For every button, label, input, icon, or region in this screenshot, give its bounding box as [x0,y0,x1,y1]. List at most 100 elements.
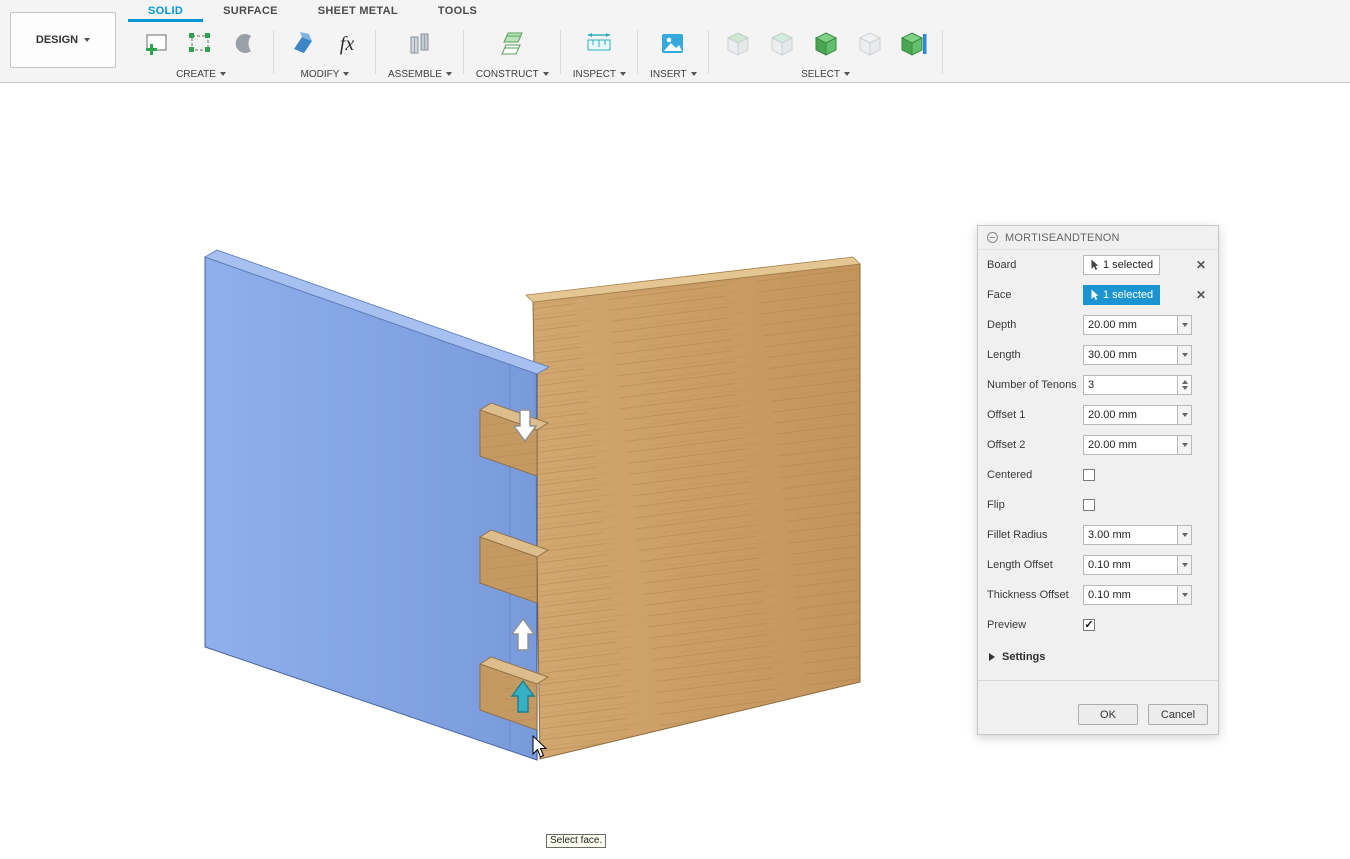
group-create-label[interactable]: CREATE [176,66,226,82]
preview-label: Preview [987,619,1083,631]
face-label: Face [987,289,1083,301]
group-modify-label[interactable]: MODIFY [301,66,350,82]
select-body-icon[interactable] [809,26,843,62]
number-of-tenons-input[interactable] [1083,375,1178,395]
length-offset-row: Length Offset [978,550,1218,580]
tab-solid[interactable]: SOLID [128,0,203,22]
construct-plane-icon[interactable] [495,26,529,62]
face-row: Face 1 selected ✕ [978,280,1218,310]
settings-expander[interactable]: Settings [978,640,1218,674]
tab-solid-label: SOLID [148,5,183,17]
tab-sheet-metal-label: SHEET METAL [318,5,398,17]
group-select-label[interactable]: SELECT [801,66,850,82]
fillet-radius-row: Fillet Radius [978,520,1218,550]
ok-button[interactable]: OK [1078,704,1138,725]
length-input[interactable] [1083,345,1178,365]
offset1-input[interactable] [1083,405,1178,425]
offset2-dropdown-button[interactable] [1178,435,1192,455]
length-row: Length [978,340,1218,370]
chevron-down-icon [620,72,626,76]
length-offset-label: Length Offset [987,559,1083,571]
group-inspect-label[interactable]: INSPECT [573,66,626,82]
group-modify: fx MODIFY [274,22,376,82]
parameters-fx-icon[interactable]: fx [330,26,364,62]
design-menu-label: DESIGN [36,34,78,46]
depth-dropdown-button[interactable] [1178,315,1192,335]
group-insert: INSERT [638,22,709,82]
select-priority-icon[interactable] [897,26,931,62]
offset2-label: Offset 2 [987,439,1083,451]
group-select: SELECT [709,22,943,82]
insert-image-icon[interactable] [656,26,690,62]
dialog-header[interactable]: MORTISEANDTENON [978,226,1218,250]
number-of-tenons-row: Number of Tenons [978,370,1218,400]
stepper-down-icon[interactable] [1182,386,1188,390]
tab-tools-label: TOOLS [438,5,477,17]
length-dropdown-button[interactable] [1178,345,1192,365]
chevron-down-icon [343,72,349,76]
cursor-tooltip: Select face. [546,834,606,848]
create-form-icon[interactable] [228,26,262,62]
offset2-row: Offset 2 [978,430,1218,460]
number-of-tenons-stepper[interactable] [1178,375,1192,395]
ribbon: CREATE fx MODIFY ASSEMBLE [128,22,943,82]
collapse-dialog-icon[interactable] [987,232,998,243]
thickness-offset-row: Thickness Offset [978,580,1218,610]
offset1-row: Offset 1 [978,400,1218,430]
chevron-down-icon [543,72,549,76]
depth-label: Depth [987,319,1083,331]
dialog-footer: OK Cancel [978,680,1218,734]
group-create: CREATE [128,22,274,82]
wood-board[interactable] [526,257,860,759]
chevron-down-icon [1182,593,1188,597]
chevron-down-icon [1182,353,1188,357]
offset1-label: Offset 1 [987,409,1083,421]
length-offset-dropdown-button[interactable] [1178,555,1192,575]
flip-checkbox[interactable] [1083,499,1095,511]
measure-icon[interactable] [582,26,616,62]
centered-label: Centered [987,469,1083,481]
face-selection-chip[interactable]: 1 selected [1083,285,1160,305]
group-construct-label[interactable]: CONSTRUCT [476,66,549,82]
thickness-offset-dropdown-button[interactable] [1178,585,1192,605]
group-insert-label[interactable]: INSERT [650,66,697,82]
tab-surface[interactable]: SURFACE [203,0,298,22]
clear-face-selection-button[interactable]: ✕ [1193,288,1209,302]
group-inspect: INSPECT [561,22,638,82]
offset2-input[interactable] [1083,435,1178,455]
settings-label: Settings [1002,651,1045,663]
select-box-icon[interactable] [853,26,887,62]
tab-tools[interactable]: TOOLS [418,0,497,22]
fillet-radius-label: Fillet Radius [987,529,1083,541]
chevron-down-icon [84,38,90,42]
toolbar-area: DESIGN SOLID SURFACE SHEET METAL TOOLS C… [0,0,1350,83]
design-menu-button[interactable]: DESIGN [10,12,116,68]
stepper-up-icon[interactable] [1182,380,1188,384]
depth-input[interactable] [1083,315,1178,335]
board-selection-chip[interactable]: 1 selected [1083,255,1160,275]
chevron-down-icon [844,72,850,76]
ribbon-tabs: SOLID SURFACE SHEET METAL TOOLS [128,0,497,22]
create-box-icon[interactable] [184,26,218,62]
group-assemble-label[interactable]: ASSEMBLE [388,66,452,82]
fillet-radius-input[interactable] [1083,525,1178,545]
tab-surface-label: SURFACE [223,5,278,17]
select-freeform-icon[interactable] [765,26,799,62]
offset1-dropdown-button[interactable] [1178,405,1192,425]
select-window-icon[interactable] [721,26,755,62]
fillet-radius-dropdown-button[interactable] [1178,525,1192,545]
group-assemble: ASSEMBLE [376,22,464,82]
create-sketch-icon[interactable] [140,26,174,62]
clear-board-selection-button[interactable]: ✕ [1193,258,1209,272]
centered-checkbox[interactable] [1083,469,1095,481]
chevron-down-icon [1182,413,1188,417]
tab-sheet-metal[interactable]: SHEET METAL [298,0,418,22]
press-pull-icon[interactable] [286,26,320,62]
assemble-joint-icon[interactable] [403,26,437,62]
cancel-button[interactable]: Cancel [1148,704,1208,725]
length-offset-input[interactable] [1083,555,1178,575]
preview-checkbox[interactable]: ✓ [1083,619,1095,631]
flip-row: Flip [978,490,1218,520]
chevron-down-icon [220,72,226,76]
thickness-offset-input[interactable] [1083,585,1178,605]
